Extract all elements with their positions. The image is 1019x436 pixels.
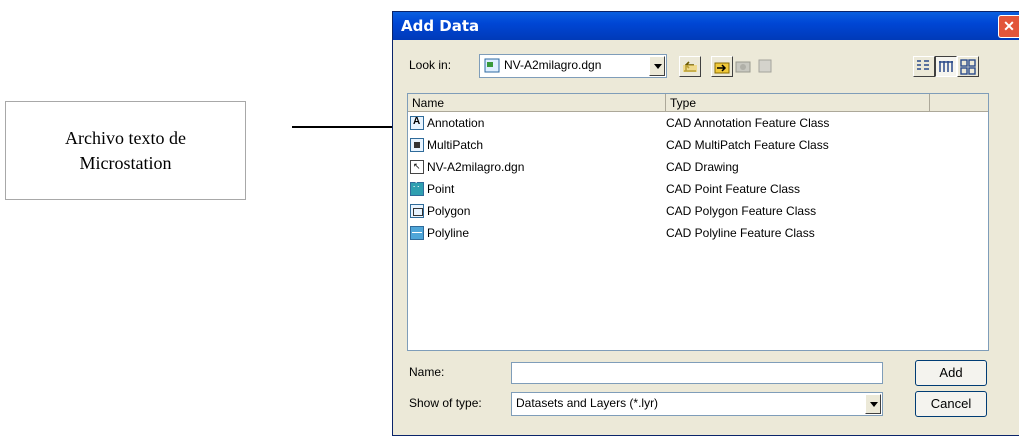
connect-folder-button[interactable] (711, 56, 733, 77)
item-type: CAD MultiPatch Feature Class (666, 138, 829, 152)
point-icon: ∴ (410, 180, 424, 196)
item-name: Polygon (427, 204, 471, 218)
callout-box: Archivo texto de Microstation (5, 101, 246, 200)
list-view-button[interactable] (913, 56, 935, 77)
up-one-level-icon (683, 61, 697, 72)
cad-drawing-icon: ↖ (410, 160, 424, 174)
item-name: Polyline (427, 226, 470, 240)
show-of-type-label: Show of type: (409, 396, 482, 410)
multipatch-icon (410, 138, 424, 152)
show-of-type-dropdown[interactable]: Datasets and Layers (*.lyr) (511, 392, 883, 416)
add-button[interactable]: Add (915, 360, 987, 386)
disconnect-folder-icon (735, 61, 751, 73)
list-item[interactable]: Polyline CAD Polyline Feature Class (408, 223, 988, 245)
dialog-title: Add Data (401, 17, 480, 35)
item-type: CAD Polygon Feature Class (666, 204, 817, 218)
item-type: CAD Drawing (666, 160, 739, 174)
thumbnails-view-button[interactable] (957, 56, 979, 77)
look-in-dropdown-arrow[interactable] (649, 56, 665, 76)
list-item[interactable]: ∴ Point CAD Point Feature Class (408, 179, 988, 201)
item-name: Point (427, 182, 455, 196)
file-list[interactable]: Name Type A Annotation CAD Annotation Fe… (407, 93, 989, 351)
look-in-value: NV-A2milagro.dgn (504, 58, 602, 72)
column-header-name[interactable]: Name (408, 94, 666, 112)
column-header-empty (930, 94, 988, 112)
list-item[interactable]: Polygon CAD Polygon Feature Class (408, 201, 988, 223)
details-view-button[interactable] (935, 56, 957, 77)
new-item-icon (758, 59, 772, 73)
cancel-button[interactable]: Cancel (915, 391, 987, 417)
disconnect-folder-button[interactable] (733, 56, 755, 77)
item-type: CAD Annotation Feature Class (666, 116, 830, 130)
item-type: CAD Polyline Feature Class (666, 226, 815, 240)
title-bar[interactable]: Add Data ✕ (393, 12, 1019, 40)
add-data-dialog: Add Data ✕ Look in: NV-A2milagro.dgn Nam… (392, 11, 1019, 436)
polyline-icon (410, 226, 424, 240)
thumbnails-view-icon (960, 59, 976, 75)
new-item-button[interactable] (755, 56, 777, 77)
list-item[interactable]: A Annotation CAD Annotation Feature Clas… (408, 113, 988, 135)
dgn-file-icon (484, 58, 500, 73)
show-of-type-dropdown-arrow[interactable] (865, 394, 881, 414)
item-type: CAD Point Feature Class (666, 182, 801, 196)
column-header-type[interactable]: Type (666, 94, 930, 112)
name-input[interactable] (511, 362, 883, 384)
close-icon: ✕ (1003, 18, 1015, 34)
connect-folder-icon (714, 62, 730, 74)
close-button[interactable]: ✕ (998, 15, 1019, 38)
callout-line-2: Microstation (79, 152, 172, 173)
callout-line-1: Archivo texto de (65, 127, 186, 148)
item-name: NV-A2milagro.dgn (427, 160, 525, 174)
list-item[interactable]: MultiPatch CAD MultiPatch Feature Class (408, 135, 988, 157)
details-view-icon (939, 61, 953, 72)
item-name: MultiPatch (427, 138, 484, 152)
show-of-type-value: Datasets and Layers (*.lyr) (516, 396, 659, 410)
list-view-icon (917, 60, 929, 70)
list-item[interactable]: ↖ NV-A2milagro.dgn CAD Drawing (408, 157, 988, 179)
polygon-icon (410, 204, 424, 218)
look-in-dropdown[interactable]: NV-A2milagro.dgn (479, 54, 667, 78)
item-name: Annotation (427, 116, 485, 130)
name-label: Name: (409, 365, 445, 379)
look-in-label: Look in: (409, 58, 452, 72)
up-one-level-button[interactable] (679, 56, 701, 77)
annotation-icon: A (410, 116, 424, 130)
